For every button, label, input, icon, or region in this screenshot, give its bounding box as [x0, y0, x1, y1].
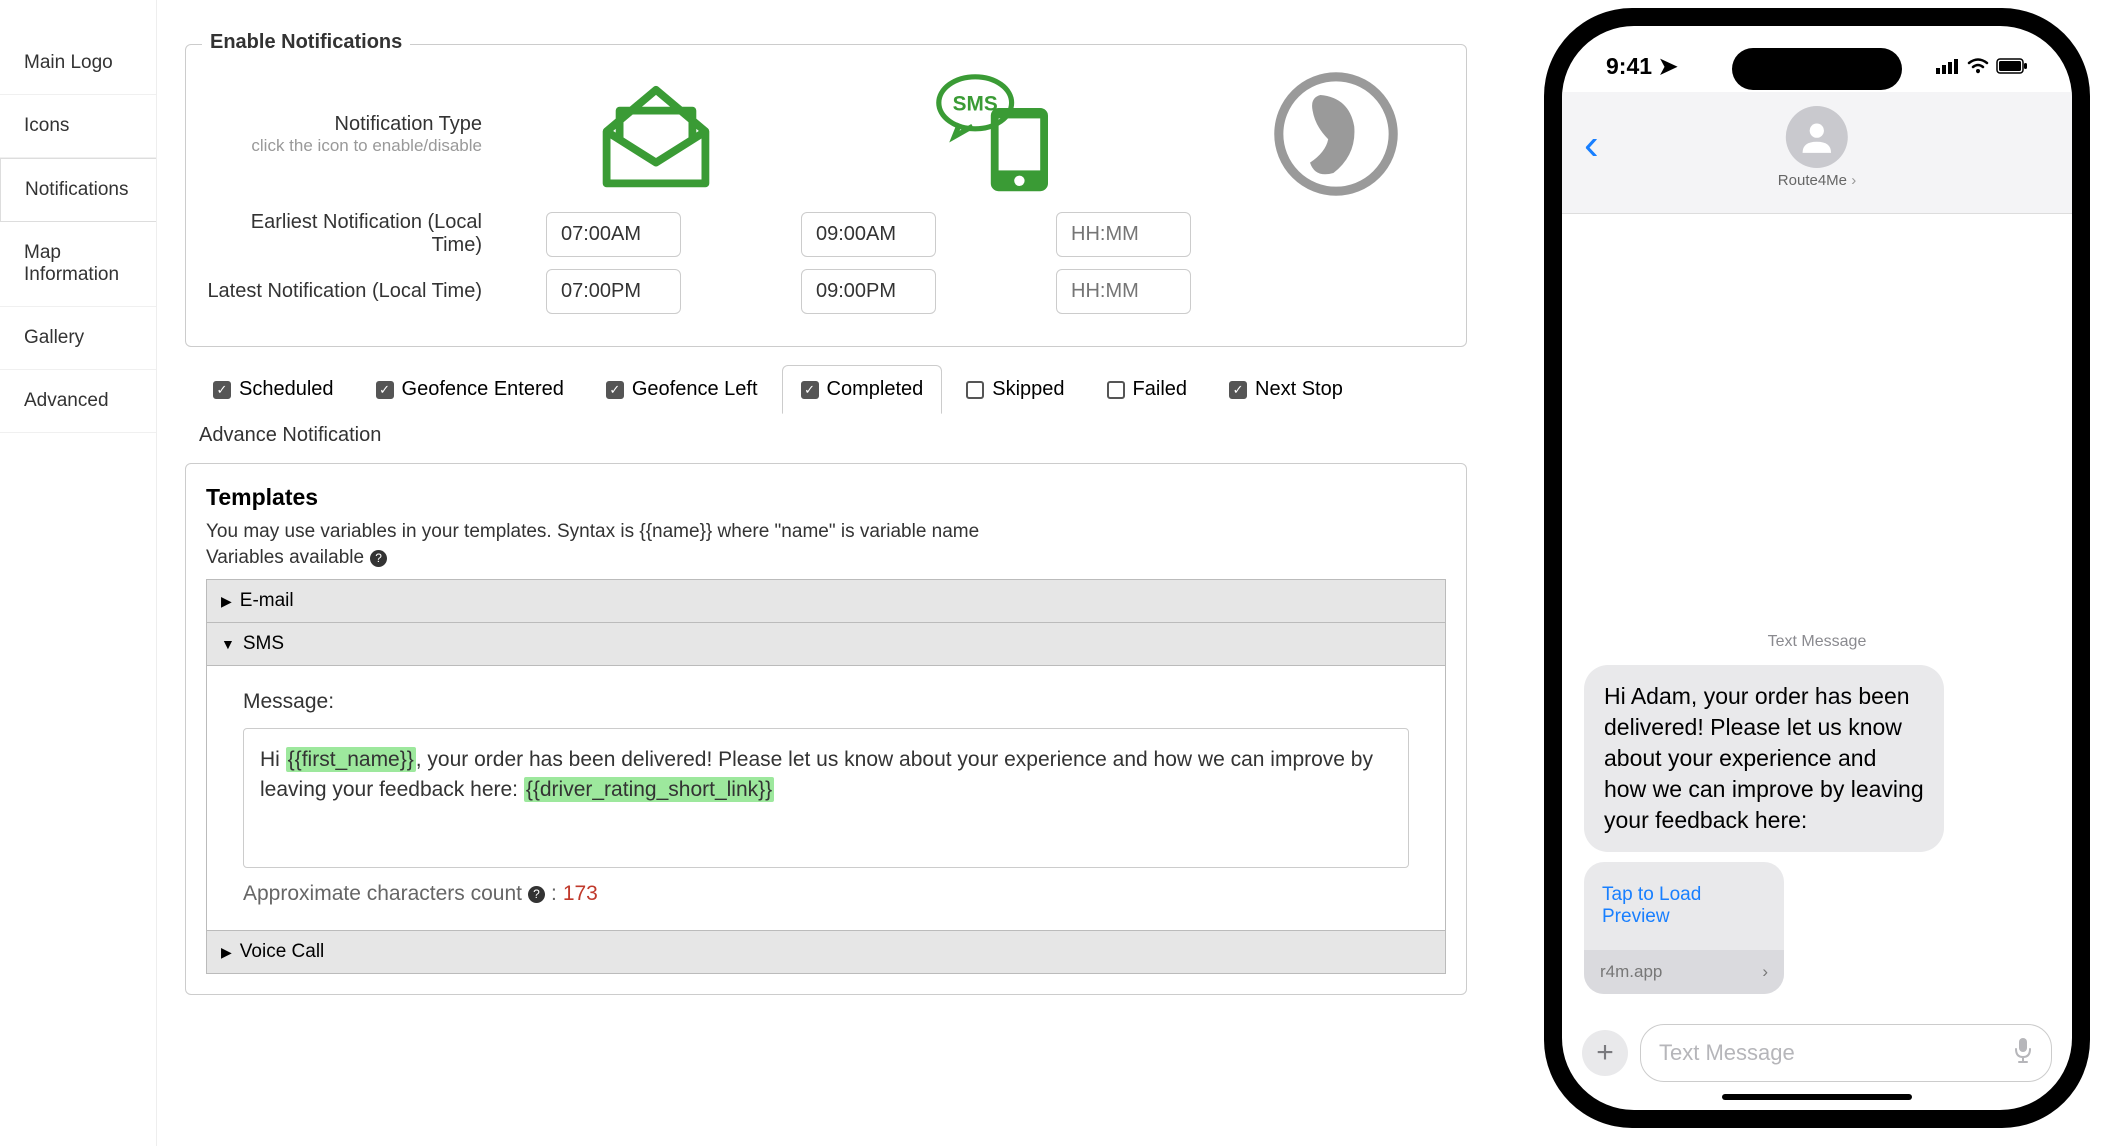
tab-completed[interactable]: Completed	[782, 365, 943, 414]
microphone-icon[interactable]	[2013, 1037, 2033, 1069]
message-bubble: Hi Adam, your order has been delivered! …	[1584, 665, 1944, 852]
chevron-right-icon: ›	[1762, 962, 1768, 982]
phone-notch	[1732, 48, 1902, 90]
voice-latest-input[interactable]	[1056, 269, 1191, 314]
notification-event-tabs: Scheduled Geofence Entered Geofence Left…	[195, 365, 1467, 414]
checkbox-icon[interactable]	[1229, 381, 1247, 399]
message-body: Text Message Hi Adam, your order has bee…	[1562, 214, 2072, 1012]
earliest-label: Earliest Notification (Local Time)	[206, 211, 506, 257]
message-header: ‹ Route4Me	[1562, 92, 2072, 214]
templates-heading: Templates	[206, 484, 1446, 511]
tab-skipped[interactable]: Skipped	[948, 366, 1082, 413]
tab-geofence-left[interactable]: Geofence Left	[588, 366, 776, 413]
sms-latest-input[interactable]	[801, 269, 936, 314]
sidebar-item-gallery[interactable]: Gallery	[0, 307, 156, 370]
link-preview-domain: r4m.app	[1600, 962, 1662, 982]
home-indicator[interactable]	[1722, 1094, 1912, 1100]
svg-text:SMS: SMS	[953, 93, 998, 116]
advance-notification-link[interactable]: Advance Notification	[199, 424, 1467, 447]
voice-earliest-input[interactable]	[1056, 212, 1191, 257]
location-icon: ➤	[1658, 53, 1677, 79]
phone-mockup: 9:41 ➤ ‹ Route4Me Text Message Hi Adam, …	[1544, 8, 2090, 1128]
sms-icon[interactable]: SMS	[931, 69, 1061, 199]
checkbox-icon[interactable]	[376, 381, 394, 399]
sidebar-item-notifications[interactable]: Notifications	[0, 158, 156, 222]
contact-header[interactable]: Route4Me	[1778, 106, 1856, 189]
chevron-down-icon: ▼	[221, 636, 235, 652]
email-earliest-input[interactable]	[546, 212, 681, 257]
templates-hint: You may use variables in your templates.…	[206, 521, 1446, 543]
accordion-voice[interactable]: ▶ Voice Call	[206, 931, 1446, 974]
add-attachment-button[interactable]: +	[1582, 1030, 1628, 1076]
checkbox-icon[interactable]	[606, 381, 624, 399]
link-preview-title: Tap to Load Preview	[1584, 862, 1784, 950]
email-icon[interactable]	[591, 69, 721, 199]
status-icons	[1936, 53, 2028, 80]
tab-next-stop[interactable]: Next Stop	[1211, 366, 1361, 413]
tab-failed[interactable]: Failed	[1089, 366, 1205, 413]
contact-name: Route4Me	[1778, 172, 1856, 189]
back-button[interactable]: ‹	[1584, 120, 1599, 170]
help-icon[interactable]: ?	[528, 886, 545, 903]
variables-available-label: Variables available ?	[206, 547, 1446, 569]
sidebar-item-map-information[interactable]: Map Information	[0, 222, 156, 307]
sidebar: Main Logo Icons Notifications Map Inform…	[0, 0, 157, 1146]
chevron-right-icon: ▶	[221, 593, 232, 610]
accordion-sms[interactable]: ▼ SMS	[206, 623, 1446, 666]
status-time: 9:41 ➤	[1606, 53, 1678, 80]
accordion-sms-body: Message: Hi {{first_name}}, your order h…	[206, 666, 1446, 931]
email-latest-input[interactable]	[546, 269, 681, 314]
sidebar-item-main-logo[interactable]: Main Logo	[0, 32, 156, 95]
templates-panel: Templates You may use variables in your …	[185, 463, 1467, 995]
signal-icon	[1936, 53, 1960, 80]
message-label: Message:	[243, 690, 1409, 714]
help-icon[interactable]: ?	[370, 550, 387, 567]
variable-driver-rating-link: {{driver_rating_short_link}}	[524, 777, 774, 802]
sidebar-item-advanced[interactable]: Advanced	[0, 370, 156, 433]
text-message-label: Text Message	[1584, 633, 2050, 651]
accordion-email[interactable]: ▶ E-mail	[206, 579, 1446, 623]
avatar-icon	[1786, 106, 1848, 168]
checkbox-icon[interactable]	[966, 381, 984, 399]
chevron-right-icon: ▶	[221, 944, 232, 961]
compose-input[interactable]: Text Message	[1640, 1024, 2052, 1082]
sms-message-editor[interactable]: Hi {{first_name}}, your order has been d…	[243, 728, 1409, 868]
sms-earliest-input[interactable]	[801, 212, 936, 257]
tab-geofence-entered[interactable]: Geofence Entered	[358, 366, 582, 413]
battery-icon	[1996, 53, 2028, 80]
enable-notifications-fieldset: Enable Notifications Notification Type c…	[185, 44, 1467, 347]
tab-scheduled[interactable]: Scheduled	[195, 366, 352, 413]
checkbox-icon[interactable]	[1107, 381, 1125, 399]
char-count: Approximate characters count ? : 173	[243, 882, 1409, 906]
notification-type-label: Notification Type click the icon to enab…	[206, 113, 506, 156]
fieldset-legend: Enable Notifications	[202, 31, 410, 54]
sidebar-item-icons[interactable]: Icons	[0, 95, 156, 158]
checkbox-icon[interactable]	[801, 381, 819, 399]
latest-label: Latest Notification (Local Time)	[206, 280, 506, 303]
content-panel: Enable Notifications Notification Type c…	[157, 0, 1495, 1146]
link-preview[interactable]: Tap to Load Preview r4m.app ›	[1584, 862, 1784, 994]
checkbox-icon[interactable]	[213, 381, 231, 399]
variable-first-name: {{first_name}}	[286, 747, 416, 772]
voice-icon[interactable]	[1271, 69, 1401, 199]
wifi-icon	[1967, 53, 1989, 80]
